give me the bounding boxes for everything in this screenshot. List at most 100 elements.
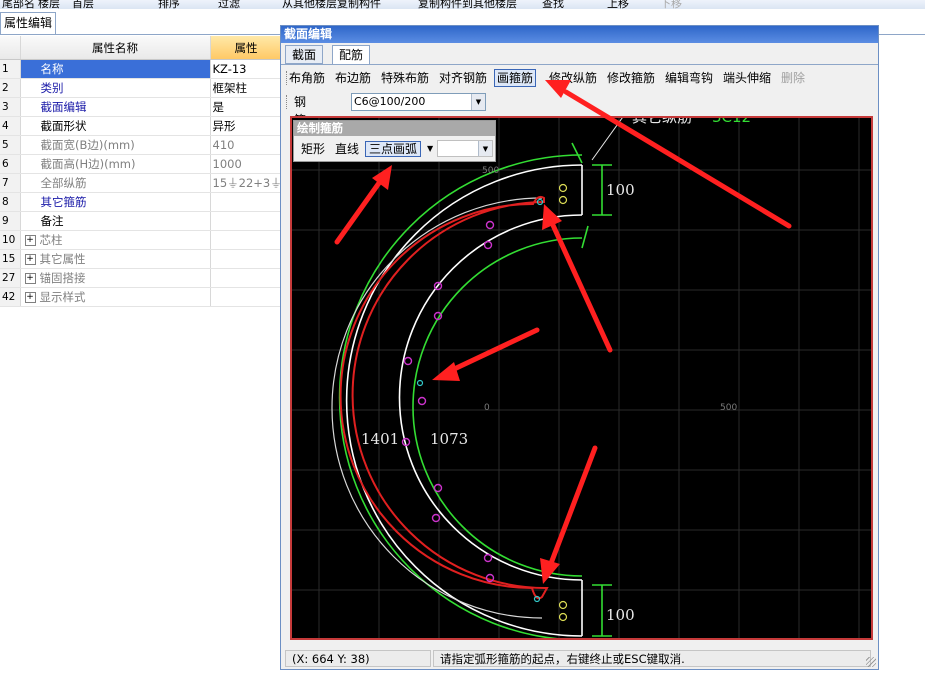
drawing-canvas[interactable]: 500 0 500 1401 1073 100 100 其它纵筋 3C12	[290, 116, 873, 640]
property-row[interactable]: 5 截面宽(B边)(mm) 410	[0, 135, 283, 155]
row-number: 1	[0, 59, 21, 79]
property-name-text: 其它箍筋	[40, 195, 87, 209]
property-row[interactable]: 2 类别 框架柱	[0, 78, 283, 98]
section-edit-dialog: 截面编辑 截面 配筋 布角筋 布边筋 特殊布筋 对齐钢筋 画箍筋 修改纵筋 修改…	[280, 25, 879, 670]
tool-modify-hoop[interactable]: 修改箍筋	[607, 69, 655, 87]
expand-plus-icon[interactable]: +	[24, 254, 36, 265]
property-name-text: 显示样式	[39, 290, 86, 304]
axis-label-center: 0	[484, 403, 490, 413]
property-name[interactable]: + 其它属性	[20, 249, 211, 269]
tool-edge-rebar[interactable]: 布边筋	[335, 69, 371, 87]
property-value[interactable]: 框架柱	[210, 78, 283, 98]
property-row[interactable]: 42 + 显示样式	[0, 287, 283, 307]
row-number: 27	[0, 268, 21, 288]
property-name[interactable]: 截面形状	[20, 116, 211, 136]
hoop-option-three-point-arc[interactable]: 三点画弧	[365, 141, 422, 157]
dialog-title[interactable]: 截面编辑	[281, 26, 878, 43]
property-value[interactable]: 是	[210, 97, 283, 117]
tab-section[interactable]: 截面	[285, 45, 324, 64]
status-message: 请指定弧形箍筋的起点，右键终止或ESC键取消.	[433, 650, 871, 667]
other-rebar-value: 3C12	[712, 118, 751, 126]
row-number: 7	[0, 173, 21, 193]
expand-plus-icon[interactable]: +	[24, 273, 36, 284]
tool-special-rebar[interactable]: 特殊布筋	[381, 69, 429, 87]
row-number: 10	[0, 230, 21, 250]
resize-grip-icon[interactable]	[866, 657, 876, 667]
rebar-info-select[interactable]: C6@100/200 ▼	[351, 93, 486, 111]
section-drawing: 500 0 500 1401 1073 100 100 其它纵筋 3C12	[292, 118, 871, 638]
dim-inner-radius: 1073	[430, 430, 468, 448]
tool-modify-longitudinal[interactable]: 修改纵筋	[549, 69, 597, 87]
property-value[interactable]	[210, 211, 283, 231]
property-name[interactable]: + 锚固搭接	[20, 268, 211, 288]
hoop-option-line[interactable]: 直线	[335, 141, 359, 157]
property-row[interactable]: 4 截面形状 异形	[0, 116, 283, 136]
property-name-text: 锚固搭接	[39, 271, 86, 285]
axis-label-top: 500	[482, 166, 499, 176]
property-value[interactable]: 异形	[210, 116, 283, 136]
draw-hoop-panel: 绘制箍筋 矩形 直线 三点画弧 ▼ ▼	[293, 120, 496, 162]
dim-outer-radius: 1401	[361, 430, 399, 448]
property-value[interactable]	[210, 192, 283, 212]
header-property-value[interactable]: 属性	[210, 36, 283, 60]
tool-edit-hook[interactable]: 编辑弯钩	[665, 69, 713, 87]
property-value[interactable]: 1000	[210, 154, 283, 174]
property-row[interactable]: 7 全部纵筋 15⏚22+3⏚1	[0, 173, 283, 193]
chevron-down-icon[interactable]: ▼	[471, 94, 485, 110]
chevron-down-icon[interactable]: ▼	[427, 141, 433, 157]
expand-plus-icon[interactable]: +	[24, 235, 36, 246]
property-grid: 属性名称 属性 1 名称 KZ-13 2 类别 框架柱 3 截面编辑 是 4 截面形状 异形 5 截面宽(…	[0, 36, 283, 307]
tool-align-rebar[interactable]: 对齐钢筋	[439, 69, 487, 87]
row-number: 42	[0, 287, 21, 307]
cursor-coordinates: (X: 664 Y: 38)	[285, 650, 431, 667]
row-number: 3	[0, 97, 21, 117]
property-row[interactable]: 9 备注	[0, 211, 283, 231]
property-value[interactable]: KZ-13	[210, 59, 283, 79]
tab-rebar[interactable]: 配筋	[332, 45, 371, 65]
expand-plus-icon[interactable]: +	[24, 292, 36, 303]
property-value[interactable]	[210, 287, 283, 307]
hoop-option-rectangle[interactable]: 矩形	[301, 141, 325, 157]
property-row[interactable]: 3 截面编辑 是	[0, 97, 283, 117]
toolbar-grip[interactable]	[286, 95, 290, 109]
tab-property-edit[interactable]: 属性编辑	[0, 12, 56, 34]
property-name[interactable]: 截面编辑	[20, 97, 211, 117]
property-name[interactable]: 其它箍筋	[20, 192, 211, 212]
property-name[interactable]: 全部纵筋	[20, 173, 211, 193]
property-name-text: 截面宽(B边)(mm)	[40, 138, 135, 152]
tool-corner-rebar[interactable]: 布角筋	[289, 69, 325, 87]
property-value[interactable]	[210, 249, 283, 269]
property-name-text: 芯柱	[39, 233, 63, 247]
chevron-down-icon[interactable]: ▼	[478, 141, 492, 156]
property-value[interactable]: 410	[210, 135, 283, 155]
tab-divider	[281, 64, 878, 65]
header-property-name[interactable]: 属性名称	[20, 36, 211, 60]
property-name[interactable]: + 芯柱	[20, 230, 211, 250]
property-name[interactable]: 类别	[20, 78, 211, 98]
property-name[interactable]: 备注	[20, 211, 211, 231]
property-name[interactable]: 截面宽(B边)(mm)	[20, 135, 211, 155]
property-name-text: 截面形状	[40, 119, 87, 133]
property-value[interactable]	[210, 230, 283, 250]
rebar-dots	[401, 220, 495, 583]
property-row[interactable]: 8 其它箍筋	[0, 192, 283, 212]
property-row[interactable]: 1 名称 KZ-13	[0, 59, 283, 79]
draw-hoop-title: 绘制箍筋	[294, 121, 495, 136]
property-row[interactable]: 15 + 其它属性	[0, 249, 283, 269]
property-name[interactable]: + 显示样式	[20, 287, 211, 307]
property-name[interactable]: 名称	[20, 59, 211, 79]
property-value[interactable]: 15⏚22+3⏚1	[210, 173, 283, 193]
property-name-text: 类别	[40, 81, 64, 95]
property-row[interactable]: 10 + 芯柱	[0, 230, 283, 250]
hoop-mode-select[interactable]: ▼	[437, 140, 493, 157]
property-name[interactable]: 截面高(H边)(mm)	[20, 154, 211, 174]
property-value[interactable]	[210, 268, 283, 288]
property-name-text: 截面编辑	[40, 100, 87, 114]
row-number: 9	[0, 211, 21, 231]
tool-end-stretch[interactable]: 端头伸缩	[723, 69, 771, 87]
property-row[interactable]: 6 截面高(H边)(mm) 1000	[0, 154, 283, 174]
property-row[interactable]: 27 + 锚固搭接	[0, 268, 283, 288]
row-number: 4	[0, 116, 21, 136]
tool-draw-hoop[interactable]: 画箍筋	[494, 69, 537, 87]
tool-delete[interactable]: 删除	[781, 69, 805, 87]
